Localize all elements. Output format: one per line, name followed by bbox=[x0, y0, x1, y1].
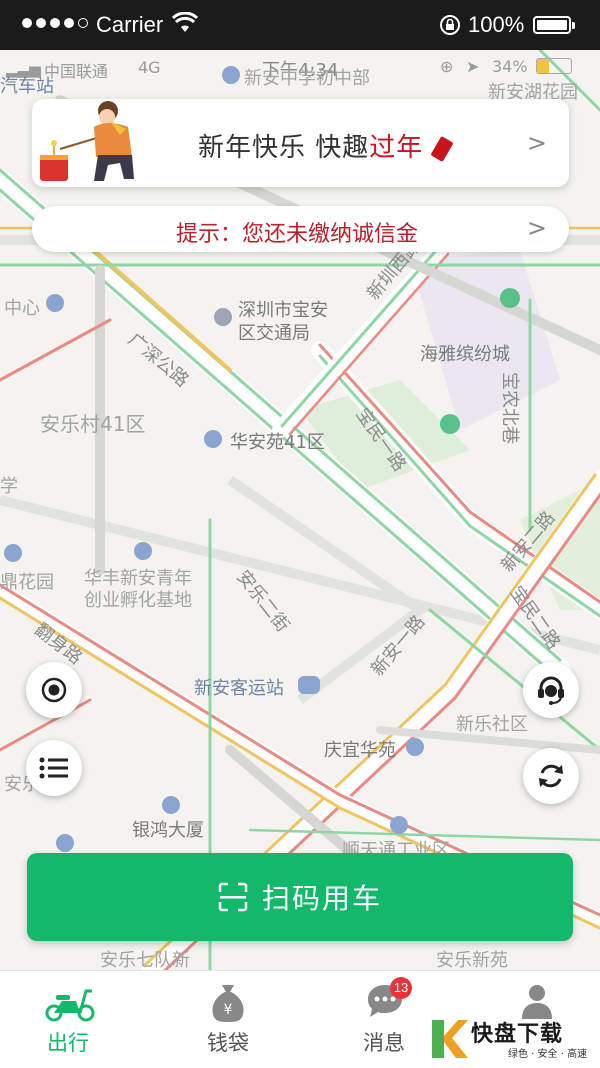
firecracker-icon bbox=[429, 135, 454, 162]
poi-building-icon bbox=[406, 738, 424, 756]
banner-text-highlight: 过年 bbox=[369, 133, 424, 163]
list-button[interactable] bbox=[26, 740, 82, 796]
headset-icon bbox=[538, 676, 564, 705]
map-label: 创业孵化基地 bbox=[84, 590, 192, 611]
tab-messages[interactable]: 消息 bbox=[324, 971, 444, 1068]
map-label: 学 bbox=[0, 476, 18, 497]
tip-text: 提示：您还未缴纳诚信金 bbox=[176, 222, 419, 247]
scan-label: 扫码用车 bbox=[261, 882, 382, 915]
tab-label: 出行 bbox=[47, 1031, 89, 1055]
scooter-icon bbox=[45, 989, 95, 1022]
rotation-lock-icon bbox=[438, 13, 462, 41]
map-view[interactable]: ▂▃▅ 中国联通 4G 下午4:34 ⊕ ➤ 34% 汽车站 新安中学初中部 新… bbox=[0, 50, 600, 970]
firecracker-illustration-icon bbox=[36, 99, 148, 187]
map-label: 安乐村41区 bbox=[40, 412, 146, 436]
map-label: 华安苑41区 bbox=[230, 432, 325, 453]
inner-network: 4G bbox=[138, 58, 161, 77]
watermark-k-icon bbox=[432, 1020, 468, 1058]
poi-building-icon bbox=[4, 544, 22, 562]
poi-park-icon bbox=[440, 414, 460, 434]
messages-badge: 13 bbox=[390, 977, 412, 999]
svg-text:¥: ¥ bbox=[224, 1002, 233, 1018]
customer-service-button[interactable] bbox=[523, 662, 579, 718]
map-label: 中心 bbox=[4, 298, 40, 319]
status-bar: Carrier 100% bbox=[0, 0, 600, 50]
map-label: 安乐新苑 bbox=[436, 950, 508, 970]
poi-park-icon bbox=[500, 288, 520, 308]
map-label: 庆宜华苑 bbox=[324, 740, 396, 761]
tab-label: 消息 bbox=[363, 1031, 405, 1055]
poi-building-icon bbox=[390, 816, 408, 834]
poi-building-icon bbox=[134, 542, 152, 560]
refresh-button[interactable] bbox=[523, 748, 579, 804]
map-label: 汽车站 bbox=[0, 76, 54, 97]
poi-building-icon bbox=[56, 834, 74, 852]
map-label: 银鸿大厦 bbox=[132, 820, 204, 841]
tab-wallet[interactable]: ¥ 钱袋 bbox=[168, 971, 288, 1068]
new-year-banner[interactable]: 新年快乐 快趣过年 > bbox=[32, 99, 569, 187]
battery-icon bbox=[533, 16, 575, 34]
watermark-logo: 快盘下载 绿色 · 安全 · 高速 bbox=[428, 1014, 598, 1064]
map-label: 新乐社区 bbox=[456, 714, 528, 735]
tip-chevron-right-icon: > bbox=[526, 214, 547, 242]
inner-rotation-icon: ⊕ bbox=[440, 57, 454, 76]
signal-strength-icon bbox=[22, 18, 88, 28]
poi-building-icon bbox=[162, 796, 180, 814]
locate-me-button[interactable] bbox=[26, 662, 82, 718]
list-icon bbox=[39, 757, 68, 779]
scan-icon bbox=[218, 882, 248, 912]
watermark-title: 快盘下载 bbox=[471, 1022, 564, 1047]
banner-text: 新年快乐 快趣过年 bbox=[198, 127, 454, 164]
inner-location-icon: ➤ bbox=[466, 57, 480, 76]
refresh-icon bbox=[539, 764, 563, 788]
bus-station-icon bbox=[298, 676, 320, 694]
locate-icon bbox=[41, 677, 67, 703]
map-label: 安乐七队新 bbox=[100, 950, 190, 970]
map-label: 宝农北巷 bbox=[499, 372, 520, 444]
battery-percent: 100% bbox=[468, 12, 525, 37]
wifi-icon bbox=[171, 11, 199, 38]
money-bag-icon: ¥ bbox=[212, 985, 244, 1022]
map-label: 区交通局 bbox=[238, 323, 310, 344]
banner-text-main: 新年快乐 快趣 bbox=[198, 133, 370, 163]
poi-school-icon bbox=[222, 66, 240, 84]
deposit-tip-banner[interactable]: 提示：您还未缴纳诚信金 > bbox=[32, 206, 569, 252]
map-label: 新安中学初中部 bbox=[244, 68, 370, 89]
tab-label: 钱袋 bbox=[207, 1031, 249, 1055]
map-label: 新安客运站 bbox=[194, 678, 284, 699]
inner-battery-icon bbox=[536, 58, 572, 74]
scan-to-ride-button[interactable]: 扫码用车 bbox=[27, 853, 573, 941]
inner-battery-percent: 34% bbox=[492, 57, 528, 76]
tab-travel[interactable]: 出行 bbox=[8, 971, 128, 1068]
carrier-name: Carrier bbox=[96, 12, 164, 37]
poi-building-icon bbox=[46, 294, 64, 312]
map-label: 海雅缤纷城 bbox=[420, 344, 510, 365]
watermark-subtitle: 绿色 · 安全 · 高速 bbox=[508, 1049, 588, 1060]
poi-government-icon bbox=[214, 308, 232, 326]
map-label: 鼎花园 bbox=[0, 572, 54, 593]
poi-building-icon bbox=[204, 430, 222, 448]
banner-chevron-right-icon: > bbox=[526, 129, 547, 157]
